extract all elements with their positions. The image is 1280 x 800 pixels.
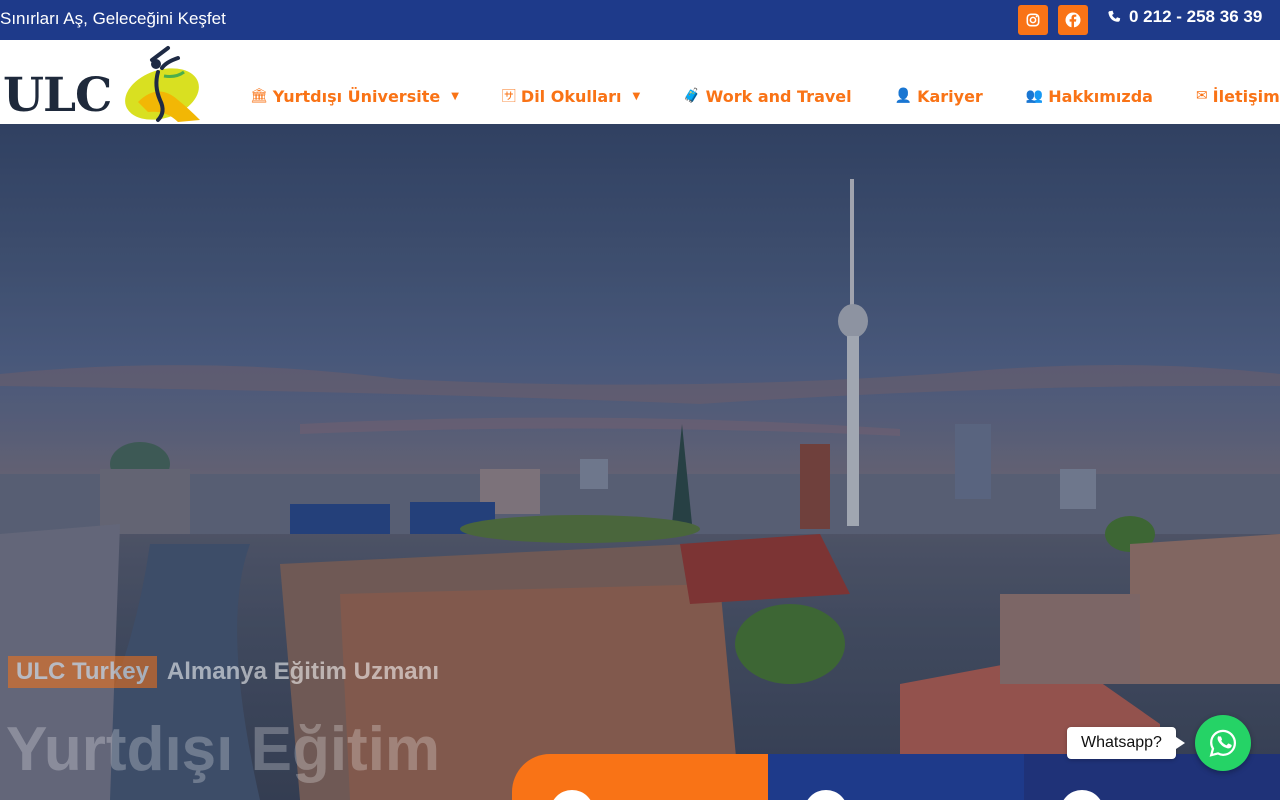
envelope-icon: ✉ [1195,88,1208,104]
language-icon: 🈂 [501,89,516,105]
luggage-icon: 🧳 [683,88,701,104]
feature-tile-icon [1060,790,1104,800]
hero-overlay [0,124,1280,800]
person-icon: 👤 [894,88,913,104]
logo-figure-icon [125,46,200,122]
caret-down-icon: ▼ [451,90,459,102]
feature-tile-icon [804,790,848,800]
slogan: Sınırları Aş, Geleceğini Keşfet [0,9,226,28]
whatsapp-icon [1209,729,1237,757]
feature-tile-icon [550,790,594,800]
hero-subheading: ULC Turkey Almanya Eğitim Uzmanı [8,656,439,688]
nav-dil-okullari[interactable]: 🈂 Dil Okulları ▼ [502,86,640,106]
feature-tile-2[interactable] [768,754,1024,800]
nav-yurtdisi-universite[interactable]: 🏛 Yurtdışı Üniversite ▼ [250,87,459,106]
phone-link[interactable]: 0 212 - 258 36 39 [1107,7,1262,27]
hero-badge: ULC Turkey [8,656,157,688]
whatsapp-button[interactable] [1195,715,1251,771]
building-icon: 🏛 [250,88,268,104]
caret-down-icon: ▼ [632,90,641,102]
phone-icon [1108,10,1121,22]
nav-hakkimizda[interactable]: 👥 Hakkımızda [1026,87,1153,106]
hero-banner: ULC Turkey Almanya Eğitim Uzmanı Yurtdış… [0,124,1280,800]
instagram-link[interactable] [1018,5,1048,35]
whatsapp-label[interactable]: Whatsapp? [1067,727,1185,759]
facebook-link[interactable] [1058,5,1088,35]
hero-title: Yurtdışı Eğitim [6,715,441,784]
hero-subtitle: Almanya Eğitim Uzmanı [166,658,439,685]
group-icon: 👥 [1025,88,1044,104]
logo[interactable]: ULC [0,42,205,124]
nav-work-and-travel[interactable]: 🧳 Work and Travel [683,87,851,106]
main-nav: 🏛 Yurtdışı Üniversite ▼ 🈂 Dil Okulları ▼… [250,86,1280,106]
logo-text: ULC [3,68,112,123]
nav-kariyer[interactable]: 👤 Kariyer [895,87,983,106]
facebook-icon [1065,12,1081,28]
top-bar: Sınırları Aş, Geleceğini Keşfet 0 212 - … [0,0,1280,40]
phone-number: 0 212 - 258 36 39 [1129,7,1263,26]
header: ULC 🏛 Yurtdışı Üniversite ▼ 🈂 Dil Okulla… [0,40,1280,124]
nav-iletisim[interactable]: ✉ İletişim [1196,87,1280,106]
instagram-icon [1026,13,1040,27]
feature-tile-1[interactable] [512,754,768,800]
